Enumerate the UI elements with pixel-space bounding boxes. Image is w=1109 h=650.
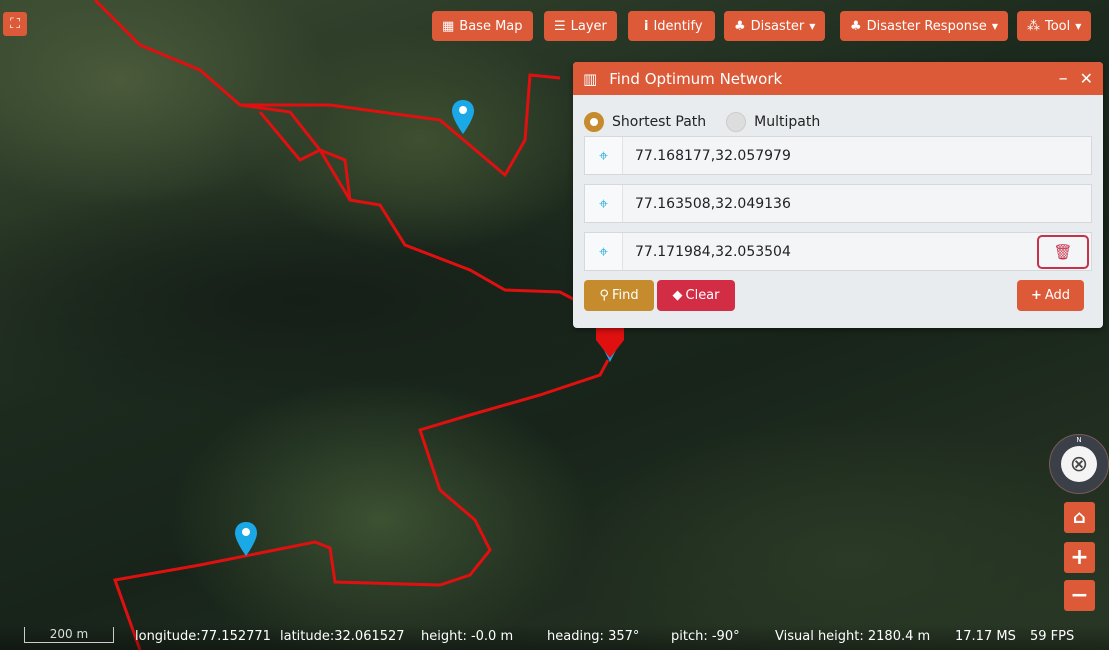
find-optimum-network-panel: ▥ Find Optimum Network – ✕ Shortest Path… — [573, 62, 1103, 328]
zoom-in-button[interactable]: + — [1064, 542, 1095, 573]
panel-title: Find Optimum Network — [609, 69, 783, 88]
panel-header: ▥ Find Optimum Network – ✕ — [573, 62, 1103, 95]
close-button[interactable]: ✕ — [1080, 69, 1093, 88]
visual-height-readout: Visual height: 2180.4 m — [775, 629, 931, 644]
point-input[interactable]: 77.171984,32.053504 — [623, 244, 1037, 260]
caret-down-icon: ▼ — [809, 21, 816, 31]
crosshair-icon[interactable]: ⌖ — [585, 137, 623, 174]
compass[interactable]: N ⊗ — [1049, 434, 1109, 494]
scale-bar: 200 m — [24, 627, 114, 643]
plus-icon: + — [1070, 545, 1089, 570]
list-icon: ☰ — [554, 18, 566, 34]
minimize-button[interactable]: – — [1059, 68, 1068, 89]
base-map-button[interactable]: ▦ Base Map — [432, 11, 533, 41]
point-input-row: ⌖ 77.163508,32.049136 — [584, 184, 1092, 223]
add-button[interactable]: + Add — [1017, 280, 1084, 311]
crosshair-icon[interactable]: ⌖ — [585, 185, 623, 222]
map-icon: ▦ — [442, 18, 455, 34]
delete-point-button[interactable]: 🗑 — [1037, 234, 1089, 269]
point-input[interactable]: 77.168177,32.057979 — [623, 148, 1091, 164]
cubes-icon: ⁂ — [1027, 18, 1040, 34]
point-input[interactable]: 77.163508,32.049136 — [623, 196, 1091, 212]
waypoint-marker[interactable] — [452, 100, 474, 138]
pitch-readout: pitch: -90° — [671, 629, 740, 644]
point-input-row: ⌖ 77.171984,32.053504 🗑 — [584, 232, 1092, 271]
disaster-dropdown[interactable]: ♣ Disaster ▼ — [724, 11, 826, 41]
caret-down-icon: ▼ — [991, 21, 998, 31]
heading-readout: heading: 357° — [547, 629, 640, 644]
disaster-response-dropdown[interactable]: ♣ Disaster Response ▼ — [840, 11, 1008, 41]
latitude-readout: latitude:32.061527 — [280, 629, 405, 644]
fullscreen-button[interactable]: ⛶ — [3, 12, 27, 36]
trash-icon: 🗑 — [1053, 242, 1073, 261]
north-label: N — [1076, 436, 1082, 444]
expand-icon: ⛶ — [10, 16, 20, 32]
point-input-row: ⌖ 77.168177,32.057979 — [584, 136, 1092, 175]
waypoint-marker[interactable] — [235, 522, 257, 560]
layer-button[interactable]: ☰ Layer — [544, 11, 617, 41]
shortest-path-label: Shortest Path — [612, 113, 707, 130]
tree-icon: ♣ — [734, 18, 746, 34]
caret-down-icon: ▼ — [1075, 21, 1082, 31]
route-icon: ⚲ — [599, 288, 609, 303]
crosshair-icon[interactable]: ⌖ — [585, 233, 623, 270]
shortest-path-radio[interactable] — [584, 111, 604, 132]
tree-icon: ♣ — [850, 18, 862, 34]
zoom-out-button[interactable]: − — [1064, 580, 1095, 611]
building-icon: ▥ — [583, 69, 598, 88]
compass-icon: ⊗ — [1061, 446, 1097, 482]
eraser-icon: ◆ — [672, 288, 683, 303]
home-icon: ⌂ — [1073, 507, 1086, 528]
multipath-radio[interactable] — [726, 111, 747, 132]
clear-button[interactable]: ◆ Clear — [657, 280, 735, 311]
destination-marker[interactable] — [596, 326, 624, 366]
frame-time-readout: 17.17 MS — [955, 629, 1016, 644]
fps-readout: 59 FPS — [1030, 629, 1075, 644]
home-button[interactable]: ⌂ — [1064, 502, 1095, 533]
height-readout: height: -0.0 m — [421, 629, 514, 644]
plus-icon: + — [1030, 288, 1042, 303]
info-icon: i — [644, 18, 649, 34]
longitude-readout: longitude:77.152771 — [135, 629, 271, 644]
multipath-label: Multipath — [754, 113, 821, 130]
status-bar: 200 m longitude:77.152771 latitude:32.06… — [0, 624, 1109, 650]
minus-icon: − — [1070, 583, 1089, 608]
tool-dropdown[interactable]: ⁂ Tool ▼ — [1017, 11, 1092, 41]
identify-button[interactable]: i Identify — [628, 11, 715, 41]
find-button[interactable]: ⚲ Find — [584, 280, 654, 311]
